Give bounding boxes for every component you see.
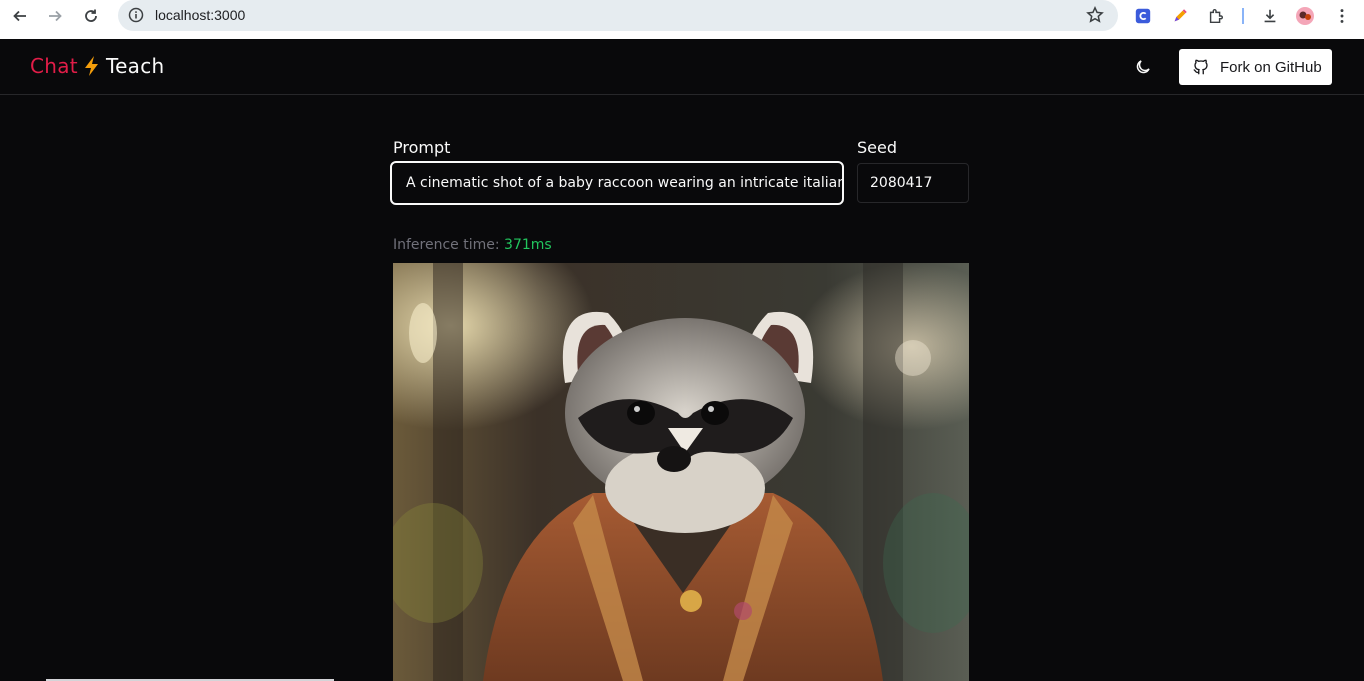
app-header: Chat Teach Fork on GitHub (0, 39, 1364, 95)
brand-logo[interactable]: Chat Teach (30, 54, 165, 78)
inference-time-label: Inference time: (393, 237, 500, 253)
generated-image (393, 263, 969, 681)
inference-time-value: 371ms (504, 237, 552, 253)
profile-avatar-icon[interactable] (1295, 6, 1315, 26)
reload-button[interactable] (77, 2, 105, 30)
download-icon[interactable] (1260, 6, 1280, 26)
github-button-label: Fork on GitHub (1220, 58, 1322, 76)
moon-icon (1136, 60, 1150, 74)
arrow-left-icon (13, 10, 26, 22)
browser-toolbar: localhost:3000 (0, 0, 1364, 39)
github-icon (1193, 59, 1208, 75)
prompt-input[interactable]: A cinematic shot of a baby raccoon weari… (390, 161, 844, 205)
theme-toggle-button[interactable] (1131, 55, 1155, 79)
prompt-input-value: A cinematic shot of a baby raccoon weari… (406, 175, 844, 191)
address-bar[interactable]: localhost:3000 (118, 0, 1118, 31)
site-info-icon[interactable] (128, 7, 144, 23)
brand-text-teach: Teach (105, 54, 165, 78)
toolbar-divider (1242, 8, 1244, 24)
brand-text-chat: Chat (30, 54, 78, 78)
seed-label: Seed (857, 138, 897, 157)
forward-button[interactable] (41, 2, 69, 30)
extension-pencil-icon[interactable] (1170, 6, 1190, 26)
arrow-right-icon (49, 10, 62, 22)
fork-on-github-button[interactable]: Fork on GitHub (1179, 49, 1332, 85)
seed-input-value: 2080417 (870, 175, 933, 191)
inference-time: Inference time: 371ms (393, 237, 552, 253)
url-text: localhost:3000 (155, 7, 246, 23)
back-button[interactable] (6, 2, 34, 30)
browser-menu-icon[interactable] (1332, 6, 1352, 26)
lightning-bolt-icon (84, 56, 98, 76)
raccoon-image-illustration (393, 263, 969, 681)
prompt-label: Prompt (393, 138, 451, 157)
extensions-puzzle-icon[interactable] (1206, 6, 1226, 26)
bookmark-star-icon[interactable] (1086, 6, 1104, 24)
seed-input[interactable]: 2080417 (857, 163, 969, 203)
reload-icon (85, 9, 97, 22)
extension-c-icon[interactable] (1133, 6, 1153, 26)
